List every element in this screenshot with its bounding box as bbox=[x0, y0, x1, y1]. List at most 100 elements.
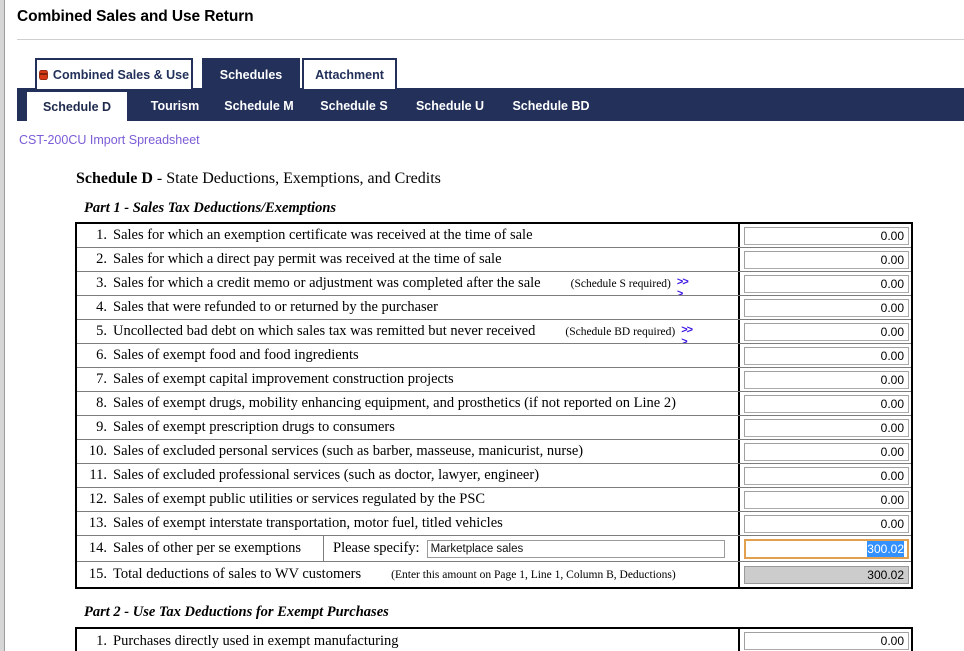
schedule-heading-rest: - State Deductions, Exemptions, and Cred… bbox=[152, 170, 441, 187]
table-row: 6. Sales of exempt food and food ingredi… bbox=[77, 344, 911, 368]
amount-input[interactable]: 0.00 bbox=[744, 250, 909, 269]
row-value-cell: 0.00 bbox=[740, 416, 913, 439]
amount-input[interactable]: 0.00 bbox=[744, 226, 909, 245]
subtab-schedule-s[interactable]: Schedule S bbox=[300, 91, 408, 121]
row-label: Sales of exempt interstate transportatio… bbox=[113, 515, 503, 531]
row-number: 1. bbox=[96, 632, 107, 649]
row-description: 12. Sales of exempt public utilities or … bbox=[77, 488, 740, 511]
amount-input-focused[interactable]: 300.02 bbox=[744, 538, 909, 559]
row-number: 5. bbox=[96, 323, 107, 339]
row-description: 1. Purchases directly used in exempt man… bbox=[77, 629, 740, 651]
amount-input[interactable]: 0.00 bbox=[744, 418, 909, 437]
jump-arrow-icon: >> bbox=[676, 275, 689, 288]
subtab-schedule-bd[interactable]: Schedule BD bbox=[492, 91, 610, 121]
amount-input[interactable]: 0.00 bbox=[744, 346, 909, 365]
amount-value: 0.00 bbox=[880, 252, 904, 267]
amount-value: 0.00 bbox=[880, 228, 904, 243]
amount-value: 0.00 bbox=[880, 420, 904, 435]
row-value-cell: 0.00 bbox=[740, 344, 913, 367]
schedule-heading: Schedule D - State Deductions, Exemption… bbox=[76, 170, 441, 188]
subtab-schedule-u[interactable]: Schedule U bbox=[395, 91, 505, 121]
row-note: (Schedule S required) bbox=[570, 277, 671, 290]
row-description: 15. Total deductions of sales to WV cust… bbox=[77, 562, 740, 587]
table-row: 12. Sales of exempt public utilities or … bbox=[77, 488, 911, 512]
row-description: 14. Sales of other per se exemptions Ple… bbox=[77, 536, 740, 561]
amount-value: 0.00 bbox=[880, 444, 904, 459]
row-description: 8. Sales of exempt drugs, mobility enhan… bbox=[77, 392, 740, 415]
subtab-schedule-m[interactable]: Schedule M bbox=[203, 91, 315, 121]
row-label: Sales of excluded professional services … bbox=[113, 467, 540, 483]
subtab-schedule-d[interactable]: Schedule D bbox=[27, 92, 127, 121]
row-label: Sales for which a credit memo or adjustm… bbox=[113, 275, 541, 291]
table-row-other-exemptions: 14. Sales of other per se exemptions Ple… bbox=[77, 536, 911, 562]
row-label: Sales for which an exemption certificate… bbox=[113, 227, 533, 243]
row-label: Purchases directly used in exempt manufa… bbox=[113, 632, 399, 649]
amount-value: 0.00 bbox=[880, 468, 904, 483]
row-number: 11. bbox=[89, 467, 107, 483]
table-row: 8. Sales of exempt drugs, mobility enhan… bbox=[77, 392, 911, 416]
amount-input[interactable]: 0.00 bbox=[744, 394, 909, 413]
tab-attachment[interactable]: Attachment bbox=[302, 58, 397, 89]
row-description: 6. Sales of exempt food and food ingredi… bbox=[77, 344, 740, 367]
row-value-cell: 0.00 bbox=[740, 224, 913, 247]
amount-input[interactable]: 0.00 bbox=[744, 490, 909, 509]
row-value-cell: 0.00 bbox=[740, 320, 913, 343]
tab-attachment-label: Attachment bbox=[315, 67, 384, 82]
row-note: (Schedule BD required) bbox=[565, 325, 676, 338]
table-row: 2. Sales for which a direct pay permit w… bbox=[77, 248, 911, 272]
amount-input[interactable]: 0.00 bbox=[744, 322, 909, 341]
row-number: 2. bbox=[96, 251, 107, 267]
tab-combined-sales-use[interactable]: Combined Sales & Use bbox=[35, 58, 193, 89]
subtab-schedule-m-label: Schedule M bbox=[224, 99, 294, 113]
row-description: 2. Sales for which a direct pay permit w… bbox=[77, 248, 740, 271]
schedule-s-jump-link[interactable]: >> > bbox=[676, 275, 689, 296]
row-description: 1. Sales for which an exemption certific… bbox=[77, 224, 740, 247]
tab-combined-sales-use-label: Combined Sales & Use bbox=[52, 67, 190, 82]
amount-input[interactable]: 0.00 bbox=[744, 274, 909, 293]
amount-input[interactable]: 0.00 bbox=[744, 370, 909, 389]
row-note: (Enter this amount on Page 1, Line 1, Co… bbox=[391, 568, 676, 581]
amount-input[interactable]: 0.00 bbox=[744, 466, 909, 485]
row-description: 3. Sales for which a credit memo or adju… bbox=[77, 272, 740, 295]
import-spreadsheet-link[interactable]: CST-200CU Import Spreadsheet bbox=[19, 133, 200, 147]
schedule-tabstrip: Schedule D Tourism Schedule M Schedule S… bbox=[17, 88, 964, 121]
tab-schedules-label: Schedules bbox=[219, 67, 283, 82]
row-label-cell: 14. Sales of other per se exemptions bbox=[77, 536, 324, 561]
row-number: 9. bbox=[96, 419, 107, 435]
row-value-cell: 0.00 bbox=[740, 464, 913, 487]
part-2-heading: Part 2 - Use Tax Deductions for Exempt P… bbox=[84, 604, 389, 620]
row-value-cell: 0.00 bbox=[740, 440, 913, 463]
amount-input[interactable]: 0.00 bbox=[744, 514, 909, 533]
row-label: Sales of exempt drugs, mobility enhancin… bbox=[113, 395, 676, 411]
specify-input[interactable]: Marketplace sales bbox=[426, 539, 725, 558]
table-row: 5. Uncollected bad debt on which sales t… bbox=[77, 320, 911, 344]
schedule-bd-jump-link[interactable]: >> > bbox=[681, 323, 693, 344]
row-description: 13. Sales of exempt interstate transport… bbox=[77, 512, 740, 535]
total-amount-readonly: 300.02 bbox=[744, 565, 909, 584]
subtab-schedule-s-label: Schedule S bbox=[320, 99, 388, 113]
table-row: 3. Sales for which a credit memo or adju… bbox=[77, 272, 911, 296]
row-number: 8. bbox=[96, 395, 107, 411]
row-label: Sales that were refunded to or returned … bbox=[113, 299, 438, 315]
part-1-heading: Part 1 - Sales Tax Deductions/Exemptions bbox=[84, 200, 337, 216]
row-number: 15. bbox=[88, 566, 107, 582]
tab-schedules[interactable]: Schedules bbox=[202, 58, 300, 89]
row-label: Sales of exempt food and food ingredient… bbox=[113, 347, 359, 363]
specify-value: Marketplace sales bbox=[430, 542, 524, 555]
amount-input[interactable]: 0.00 bbox=[744, 442, 909, 461]
row-value-cell: 0.00 bbox=[740, 488, 913, 511]
page-title: Combined Sales and Use Return bbox=[17, 8, 254, 25]
row-value-cell: 0.00 bbox=[740, 248, 913, 271]
form-page: Combined Sales and Use Return Combined S… bbox=[0, 0, 964, 651]
specify-label: Please specify: bbox=[333, 540, 420, 556]
jump-arrow-wrap-icon: > bbox=[681, 335, 688, 344]
row-description: 10. Sales of excluded personal services … bbox=[77, 440, 740, 463]
amount-input[interactable]: 0.00 bbox=[744, 298, 909, 317]
row-label: Sales for which a direct pay permit was … bbox=[113, 251, 502, 267]
row-description: 4. Sales that were refunded to or return… bbox=[77, 296, 740, 319]
part-1-table: 1. Sales for which an exemption certific… bbox=[75, 222, 913, 589]
row-number: 6. bbox=[96, 347, 107, 363]
jump-arrow-icon: >> bbox=[681, 323, 693, 336]
subtab-schedule-u-label: Schedule U bbox=[415, 99, 485, 113]
amount-input[interactable]: 0.00 bbox=[744, 632, 909, 650]
